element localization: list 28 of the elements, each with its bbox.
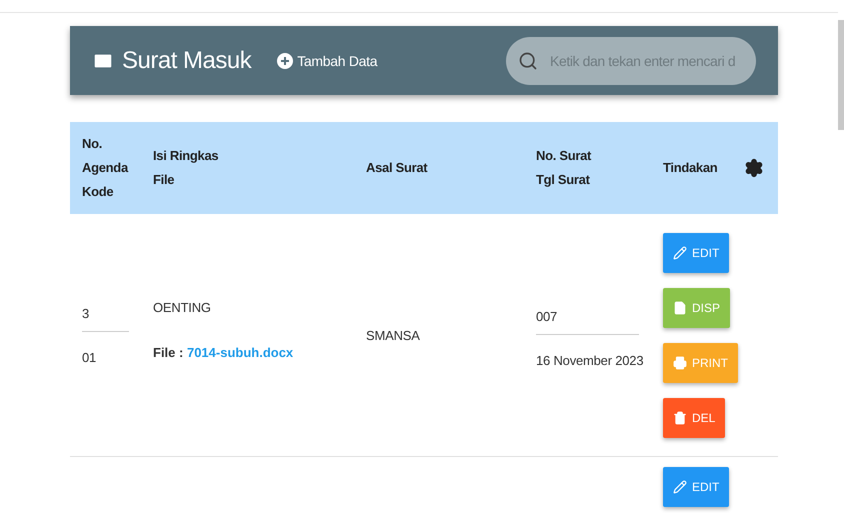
document-icon (673, 300, 687, 314)
scrollbar[interactable] (838, 20, 844, 130)
printer-icon (673, 356, 687, 370)
page-title: Surat Masuk (122, 46, 252, 74)
letter-date: 16 November 2023 (536, 352, 644, 368)
file-label: File : 7014-subuh.docx (153, 345, 294, 360)
column-header: Tindakan (663, 159, 718, 177)
code-text: 01 (82, 350, 98, 364)
agenda-number: 3 (82, 306, 90, 320)
edit-button[interactable]: EDIT (663, 467, 730, 507)
print-button[interactable]: PRINT (663, 342, 738, 382)
column-header: Asal Surat (366, 159, 428, 177)
summary-text: OENTING (153, 300, 212, 315)
add-data-button[interactable]: Tambah Data (277, 52, 378, 68)
file-link[interactable]: 7014-subuh.docx (186, 345, 294, 360)
letter-number: 007 (536, 308, 558, 324)
disp-button[interactable]: DISP (663, 288, 730, 328)
column-header: No. Agenda Kode (82, 135, 130, 201)
column-header: Isi Ringkas File (153, 147, 220, 189)
column-header: No. Surat Tgl Surat (536, 147, 592, 189)
search-icon (518, 50, 538, 70)
del-button[interactable]: DEL (663, 398, 726, 438)
plus-icon (277, 52, 294, 68)
edit-button[interactable]: EDIT (663, 232, 730, 272)
pencil-icon (673, 480, 687, 494)
trash-icon (673, 410, 687, 424)
origin-text: SMANSA (366, 328, 421, 342)
pencil-icon (673, 246, 687, 260)
